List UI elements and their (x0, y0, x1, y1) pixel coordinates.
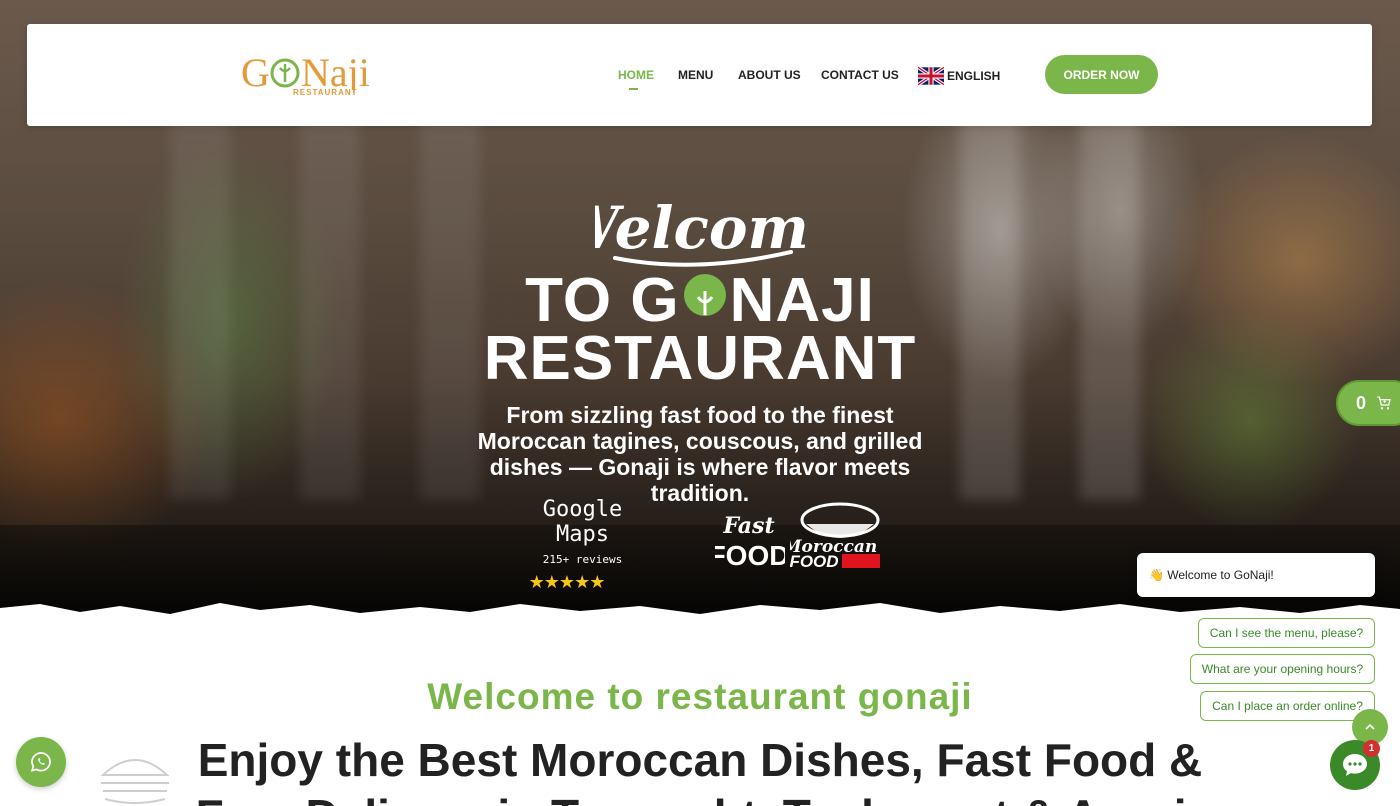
cart-button[interactable]: 0 (1336, 380, 1400, 426)
language-selector[interactable]: ENGLISH (918, 67, 1000, 85)
google-maps-label: Google Maps (542, 497, 623, 547)
section-welcome-title: Welcome to restaurant gonaji (427, 676, 973, 717)
moroccan-food-badge: Moroccan FOOD (790, 502, 880, 570)
site-header: G Naji RESTAURANT HOME MENU ABOUT US CON… (27, 24, 1372, 126)
svg-text:G: G (241, 50, 270, 95)
leaf-o-icon (683, 274, 726, 316)
svg-text:Fast: Fast (722, 513, 774, 539)
chat-unread-badge: 1 (1363, 740, 1380, 757)
hero-title-line2: RESTAURANT (483, 324, 917, 393)
review-count: 215+ reviews (542, 553, 623, 566)
chat-suggestion-order[interactable]: Can I place an order online? (1200, 691, 1375, 721)
nav-contact-us[interactable]: CONTACT US (821, 68, 899, 82)
site-logo[interactable]: G Naji RESTAURANT (241, 50, 381, 98)
section-heading: Enjoy the Best Moroccan Dishes, Fast Foo… (196, 734, 1205, 806)
chat-suggestion-menu[interactable]: Can I see the menu, please? (1198, 618, 1375, 648)
logo-subtitle: RESTAURANT (293, 88, 358, 97)
brush-divider (0, 603, 1400, 648)
burger-sketch-icon (100, 759, 170, 804)
order-now-button[interactable]: ORDER NOW (1045, 55, 1158, 94)
nav-menu[interactable]: MENU (678, 68, 713, 82)
google-maps-rating[interactable]: Google Maps 215+ reviews ★★★★★ (515, 497, 650, 593)
star-rating: ★★★★★ (528, 572, 606, 592)
welcome-script-text: Welcome (595, 194, 805, 262)
chevron-up-icon (1365, 723, 1375, 730)
cart-count: 0 (1356, 392, 1367, 413)
chat-icon (1343, 754, 1367, 776)
language-label: ENGLISH (947, 69, 1001, 83)
svg-text:FOOD: FOOD (715, 540, 785, 570)
whatsapp-icon (30, 752, 51, 772)
hero-title: TO G NAJI RESTAURANT (0, 270, 1400, 393)
nav-home[interactable]: HOME (618, 68, 654, 90)
svg-text:FOOD: FOOD (790, 552, 839, 570)
nav-about-us[interactable]: ABOUT US (738, 68, 801, 82)
hero-subtitle: From sizzling fast food to the finest Mo… (477, 402, 923, 506)
chat-suggestion-hours[interactable]: What are your opening hours? (1190, 654, 1375, 684)
fast-food-badge: Fast FOOD (715, 513, 785, 570)
chat-greeting-bubble[interactable]: 👋 Welcome to GoNaji! (1137, 553, 1375, 597)
whatsapp-button[interactable] (16, 737, 66, 787)
uk-flag-icon (918, 67, 944, 85)
cart-icon (1377, 396, 1391, 410)
welcome-script-title: Welcome (595, 194, 805, 267)
